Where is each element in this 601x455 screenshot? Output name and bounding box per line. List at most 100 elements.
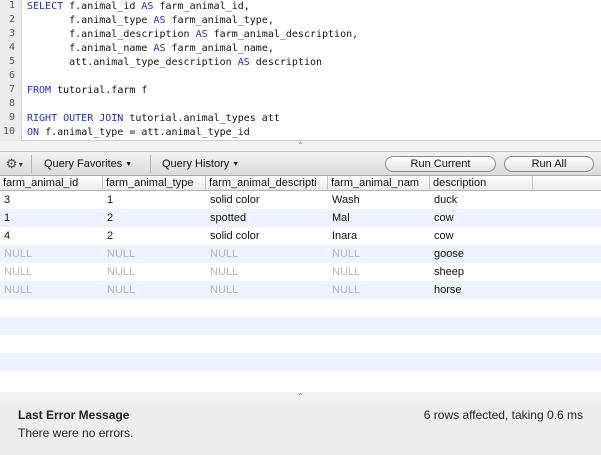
query-toolbar: ⚙▼ Query Favorites ▼ Query History ▼ Run C… bbox=[0, 151, 601, 176]
table-cell[interactable]: 2 bbox=[103, 227, 206, 245]
line-number: 10 bbox=[2, 126, 15, 137]
table-row[interactable]: NULL NULL NULL NULL sheep bbox=[0, 263, 601, 281]
table-cell[interactable]: cow bbox=[430, 227, 533, 245]
results-status-splitter[interactable]: ⌃ bbox=[0, 392, 601, 402]
table-cell[interactable]: Wash bbox=[328, 191, 430, 209]
line-number: 2 bbox=[8, 14, 15, 25]
editor-results-splitter[interactable]: ⌃ bbox=[0, 141, 601, 151]
line-number: 3 bbox=[8, 28, 15, 39]
line-number: 6 bbox=[8, 70, 15, 81]
column-header[interactable]: description bbox=[430, 176, 533, 191]
code-line[interactable]: SELECT f.animal_id AS farm_animal_id, bbox=[27, 0, 250, 14]
sql-text: farm_animal_description, bbox=[207, 29, 359, 40]
table-cell[interactable]: NULL bbox=[206, 281, 328, 299]
error-title: Last Error Message bbox=[18, 408, 130, 422]
sql-text: farm_animal_type, bbox=[165, 15, 274, 26]
table-cell[interactable]: NULL bbox=[103, 245, 206, 263]
table-row[interactable]: 1 2 spotted Mal cow bbox=[0, 209, 601, 227]
column-header[interactable]: farm_animal_type bbox=[103, 176, 206, 191]
sql-keyword: RIGHT OUTER JOIN bbox=[27, 113, 124, 124]
query-favorites-label: Query Favorites bbox=[44, 158, 123, 170]
table-cell[interactable]: Mal bbox=[328, 209, 430, 227]
empty-row bbox=[0, 353, 601, 371]
line-number-gutter: 1 2 3 4 5 6 7 8 9 10 bbox=[0, 0, 22, 141]
table-cell[interactable]: 3 bbox=[0, 191, 103, 209]
column-header[interactable]: farm_animal_nam bbox=[328, 176, 430, 191]
table-cell[interactable]: NULL bbox=[103, 263, 206, 281]
table-cell[interactable]: NULL bbox=[328, 263, 430, 281]
table-cell[interactable]: goose bbox=[430, 245, 533, 263]
column-header[interactable]: farm_animal_descripti bbox=[206, 176, 328, 191]
table-row[interactable]: 3 1 solid color Wash duck bbox=[0, 191, 601, 209]
sql-keyword: FROM bbox=[27, 85, 52, 96]
code-line[interactable]: FROM tutorial.farm f bbox=[27, 84, 147, 98]
sql-text: description bbox=[249, 57, 323, 68]
line-number: 4 bbox=[8, 42, 15, 53]
results-table[interactable]: farm_animal_id farm_animal_type farm_anima… bbox=[0, 176, 601, 392]
sql-keyword: AS bbox=[195, 29, 208, 40]
table-cell[interactable]: solid color bbox=[206, 191, 328, 209]
code-line[interactable]: att.animal_type_description AS descripti… bbox=[27, 56, 322, 70]
table-row[interactable]: NULL NULL NULL NULL horse bbox=[0, 281, 601, 299]
run-current-button[interactable]: Run Current bbox=[385, 156, 496, 172]
rows-affected-text: 6 rows affected, taking 0.6 ms bbox=[423, 408, 583, 422]
splitter-grip-icon[interactable]: ⌃ bbox=[297, 392, 304, 402]
sql-keyword: AS bbox=[153, 15, 166, 26]
toolbar-divider bbox=[31, 155, 32, 173]
sql-keyword: AS bbox=[153, 43, 166, 54]
table-cell[interactable]: NULL bbox=[206, 245, 328, 263]
sql-editor[interactable]: 1 2 3 4 5 6 7 8 9 10 SELECT f.animal_id AS farm_a… bbox=[0, 0, 601, 141]
code-line[interactable]: f.animal_type AS farm_animal_type, bbox=[27, 14, 274, 28]
table-cell[interactable]: 1 bbox=[103, 191, 206, 209]
table-cell[interactable]: NULL bbox=[103, 281, 206, 299]
code-line[interactable]: f.animal_description AS farm_animal_desc… bbox=[27, 28, 358, 42]
table-cell[interactable]: spotted bbox=[206, 209, 328, 227]
error-message: There were no errors. bbox=[18, 426, 134, 440]
query-history-menu[interactable]: Query History ▼ bbox=[162, 152, 239, 177]
sql-text: f.animal_id bbox=[63, 1, 142, 12]
query-favorites-menu[interactable]: Query Favorites ▼ bbox=[44, 152, 132, 177]
sql-text: farm_animal_id, bbox=[153, 1, 250, 12]
run-all-button[interactable]: Run All bbox=[504, 156, 594, 172]
code-line[interactable]: f.animal_name AS farm_animal_name, bbox=[27, 42, 274, 56]
line-number: 7 bbox=[8, 84, 15, 95]
table-cell[interactable]: NULL bbox=[0, 281, 103, 299]
chevron-down-icon: ▼ bbox=[232, 161, 240, 168]
table-cell[interactable]: solid color bbox=[206, 227, 328, 245]
line-number: 1 bbox=[8, 0, 15, 11]
table-cell[interactable]: NULL bbox=[0, 245, 103, 263]
chevron-down-icon: ▼ bbox=[125, 161, 133, 168]
table-cell[interactable]: duck bbox=[430, 191, 533, 209]
table-cell[interactable]: sheep bbox=[430, 263, 533, 281]
sql-keyword: ON bbox=[27, 127, 40, 138]
table-row[interactable]: 4 2 solid color Inara cow bbox=[0, 227, 601, 245]
sql-text: f.animal_name bbox=[27, 43, 154, 54]
sql-keyword: AS bbox=[237, 57, 250, 68]
empty-row bbox=[0, 371, 601, 389]
sql-text: farm_animal_name, bbox=[165, 43, 274, 54]
table-row[interactable]: NULL NULL NULL NULL goose bbox=[0, 245, 601, 263]
gear-menu-button[interactable]: ⚙▼ bbox=[4, 155, 26, 173]
table-cell[interactable]: 2 bbox=[103, 209, 206, 227]
table-cell[interactable]: 4 bbox=[0, 227, 103, 245]
line-number: 5 bbox=[8, 56, 15, 67]
table-cell[interactable]: NULL bbox=[206, 263, 328, 281]
splitter-grip-icon[interactable]: ⌃ bbox=[297, 141, 304, 151]
table-cell[interactable]: NULL bbox=[0, 263, 103, 281]
table-cell[interactable]: horse bbox=[430, 281, 533, 299]
table-cell[interactable]: NULL bbox=[328, 245, 430, 263]
table-header: farm_animal_id farm_animal_type farm_anima… bbox=[0, 176, 601, 191]
table-cell[interactable]: NULL bbox=[328, 281, 430, 299]
toolbar-divider bbox=[150, 155, 151, 173]
line-number: 9 bbox=[8, 112, 15, 123]
table-cell[interactable]: cow bbox=[430, 209, 533, 227]
status-panel: Last Error Message There were no errors.… bbox=[0, 402, 601, 455]
code-line[interactable]: RIGHT OUTER JOIN tutorial.animal_types a… bbox=[27, 112, 280, 126]
column-header[interactable]: farm_animal_id bbox=[0, 176, 103, 191]
table-cell[interactable]: 1 bbox=[0, 209, 103, 227]
sql-keyword: SELECT bbox=[27, 1, 64, 12]
code-line[interactable]: ON f.animal_type = att.animal_type_id bbox=[27, 126, 250, 140]
sql-keyword: AS bbox=[141, 1, 154, 12]
empty-row bbox=[0, 317, 601, 335]
table-cell[interactable]: Inara bbox=[328, 227, 430, 245]
